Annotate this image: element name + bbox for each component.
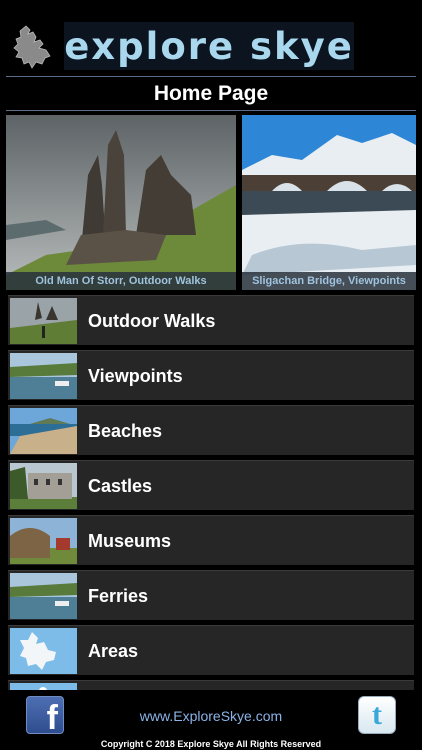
category-outdoor-walks[interactable]: Outdoor Walks bbox=[8, 295, 414, 345]
category-label: Beaches bbox=[88, 421, 163, 441]
featured-card-sligachan[interactable]: Sligachan Bridge, Viewpoints bbox=[242, 115, 416, 290]
category-label: Museums bbox=[88, 531, 172, 551]
sligachan-photo bbox=[242, 115, 416, 290]
page-title: Home Page bbox=[153, 82, 269, 105]
featured-caption: Old Man Of Storr, Outdoor Walks bbox=[6, 272, 236, 290]
facebook-button[interactable]: f bbox=[26, 696, 64, 737]
category-thumb bbox=[10, 683, 77, 690]
category-thumb bbox=[10, 353, 77, 399]
featured-card-storr[interactable]: Old Man Of Storr, Outdoor Walks bbox=[6, 115, 236, 290]
twitter-icon: t bbox=[372, 698, 382, 731]
magnifier-icon bbox=[160, 34, 190, 64]
category-beaches[interactable]: Beaches bbox=[8, 405, 414, 455]
category-label: Outdoor Walks bbox=[88, 311, 216, 331]
category-thumb bbox=[10, 628, 77, 674]
category-thumb bbox=[10, 573, 77, 619]
category-thumb bbox=[10, 463, 77, 509]
category-thumb bbox=[10, 298, 77, 344]
category-label: Castles bbox=[88, 476, 153, 496]
brand-banner: explore skye bbox=[64, 22, 354, 70]
featured-carousel[interactable]: Old Man Of Storr, Outdoor Walks Sligacha… bbox=[6, 115, 416, 290]
header-divider-top bbox=[6, 76, 416, 77]
footer: f www.ExploreSkye.com t Copyright C 2018… bbox=[0, 690, 422, 750]
copyright-text: Copyright C 2018 Explore Skye All Rights… bbox=[100, 739, 322, 749]
header-divider-bottom bbox=[6, 110, 416, 111]
brand-title: explore skye bbox=[64, 24, 354, 68]
twitter-button[interactable]: t bbox=[358, 696, 396, 734]
category-label: Areas bbox=[88, 641, 139, 661]
category-next-partial[interactable] bbox=[8, 680, 414, 690]
category-castles[interactable]: Castles bbox=[8, 460, 414, 510]
category-thumb bbox=[10, 518, 77, 564]
facebook-icon: f bbox=[46, 699, 58, 737]
category-ferries[interactable]: Ferries bbox=[8, 570, 414, 620]
website-link[interactable]: www.ExploreSkye.com bbox=[80, 708, 342, 724]
category-viewpoints[interactable]: Viewpoints bbox=[8, 350, 414, 400]
category-label: Viewpoints bbox=[88, 366, 183, 386]
category-museums[interactable]: Museums bbox=[8, 515, 414, 565]
app-header: explore skye bbox=[0, 0, 422, 76]
category-areas[interactable]: Areas bbox=[8, 625, 414, 675]
storr-photo bbox=[6, 115, 236, 290]
featured-caption: Sligachan Bridge, Viewpoints bbox=[242, 272, 416, 290]
category-label: Ferries bbox=[88, 586, 149, 606]
category-list[interactable]: Outdoor Walks Viewpoints Beaches Castles… bbox=[8, 295, 414, 690]
category-thumb bbox=[10, 408, 77, 454]
skye-island-logo-icon bbox=[13, 25, 51, 69]
